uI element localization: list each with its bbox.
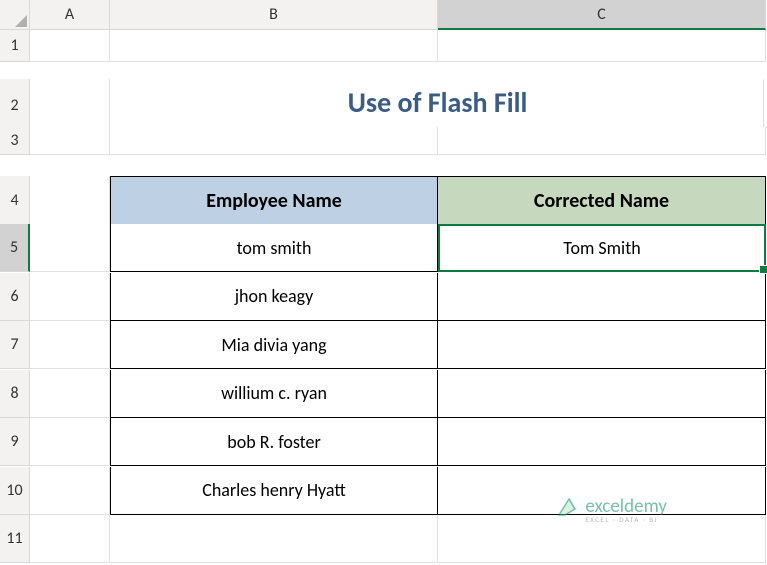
watermark-name: exceldemy — [585, 497, 667, 516]
col-header-a[interactable]: A — [30, 0, 110, 30]
row-header-2[interactable]: 2 — [0, 79, 30, 133]
cell-a8[interactable] — [30, 370, 110, 418]
cell-b1[interactable] — [110, 30, 438, 62]
row-header-11[interactable]: 11 — [0, 515, 30, 563]
col-header-b[interactable]: B — [110, 0, 438, 30]
watermark-text: exceldemy EXCEL · DATA · BI — [585, 497, 667, 523]
cell-c7[interactable] — [438, 321, 766, 369]
cell-a2[interactable] — [30, 79, 110, 133]
cell-c9[interactable] — [438, 418, 766, 466]
header-corrected[interactable]: Corrected Name — [438, 176, 766, 226]
row-header-10[interactable]: 10 — [0, 467, 30, 515]
row-header-9[interactable]: 9 — [0, 418, 30, 466]
row-header-7[interactable]: 7 — [0, 321, 30, 369]
row-header-6[interactable]: 6 — [0, 273, 30, 321]
watermark: exceldemy EXCEL · DATA · BI — [555, 495, 667, 525]
cell-a11[interactable] — [30, 515, 110, 563]
row-header-3[interactable]: 3 — [0, 127, 30, 155]
cell-b3[interactable] — [110, 127, 438, 155]
cell-c1[interactable] — [438, 30, 766, 62]
cell-a5[interactable] — [30, 224, 110, 272]
row-header-5[interactable]: 5 — [0, 224, 30, 272]
cell-b9[interactable]: bob R. foster — [110, 418, 438, 466]
row-header-4[interactable]: 4 — [0, 176, 30, 226]
header-employee[interactable]: Employee Name — [110, 176, 438, 226]
cell-a3[interactable] — [30, 127, 110, 155]
title-cell[interactable]: Use of Flash Fill — [112, 79, 764, 133]
cell-b5[interactable]: tom smith — [110, 224, 438, 272]
cell-b6[interactable]: jhon keagy — [110, 273, 438, 321]
cell-c5-selected[interactable]: Tom Smith — [438, 224, 766, 272]
cell-c8[interactable] — [438, 370, 766, 418]
column-headers-row: A B C — [0, 0, 767, 30]
spreadsheet-body: 1 2 Use of Flash Fill 3 4 Employee Name … — [0, 30, 767, 564]
cell-a6[interactable] — [30, 273, 110, 321]
cell-a7[interactable] — [30, 321, 110, 369]
cell-a1[interactable] — [30, 30, 110, 62]
row-header-1[interactable]: 1 — [0, 30, 30, 62]
watermark-tagline: EXCEL · DATA · BI — [585, 516, 667, 523]
col-header-c[interactable]: C — [438, 0, 766, 30]
cell-b7[interactable]: Mia divia yang — [110, 321, 438, 369]
cell-a10[interactable] — [30, 467, 110, 515]
cell-a9[interactable] — [30, 418, 110, 466]
cell-b11[interactable] — [110, 515, 438, 563]
select-all-corner[interactable] — [0, 0, 30, 30]
row-header-8[interactable]: 8 — [0, 370, 30, 418]
cell-b8[interactable]: willium c. ryan — [110, 370, 438, 418]
cell-c3[interactable] — [438, 127, 766, 155]
cell-b10[interactable]: Charles henry Hyatt — [110, 467, 438, 515]
watermark-icon — [555, 495, 579, 525]
cell-c6[interactable] — [438, 273, 766, 321]
cell-a4[interactable] — [30, 176, 110, 226]
